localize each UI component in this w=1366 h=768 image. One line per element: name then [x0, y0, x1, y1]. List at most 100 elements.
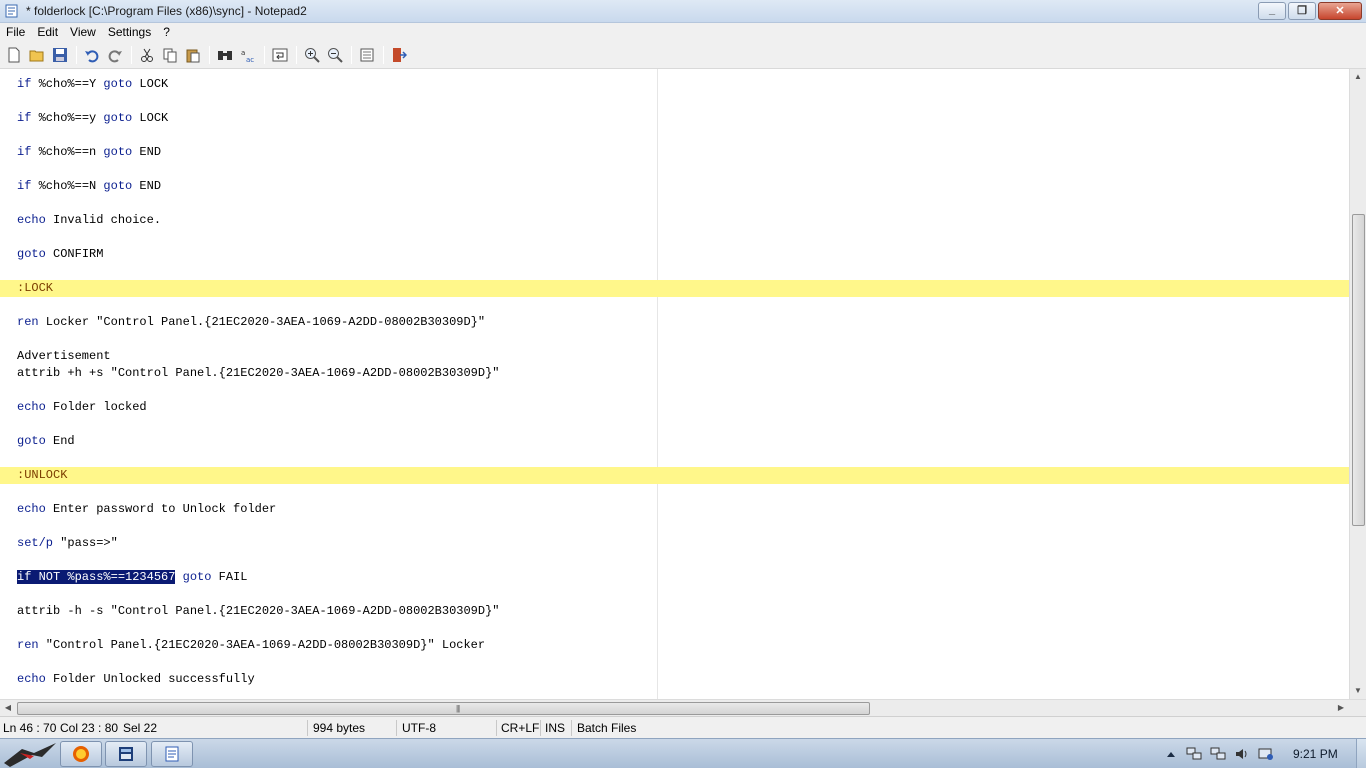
menu-help[interactable]: ?	[157, 23, 176, 42]
firefox-icon[interactable]	[60, 741, 102, 767]
horizontal-scrollbar[interactable]: ◀ ||| ▶	[0, 699, 1366, 716]
code-keyword: goto	[103, 179, 133, 193]
code-keyword: set/p	[17, 536, 54, 550]
code-keyword: goto	[103, 145, 133, 159]
code-text: %cho%==y	[31, 111, 104, 125]
code-text: Folder locked	[45, 400, 147, 414]
code-text: FAIL	[211, 570, 248, 584]
save-icon[interactable]	[49, 44, 71, 66]
status-insert-mode[interactable]: INS	[545, 721, 565, 735]
code-line: if NOT %pass%==1234567 goto FAIL	[0, 569, 1349, 586]
code-text: Invalid choice.	[45, 213, 162, 227]
code-line: echo Folder locked	[0, 399, 1349, 416]
code-keyword: echo	[17, 400, 46, 414]
status-encoding[interactable]: UTF-8	[402, 721, 436, 735]
code-line: ren Locker "Control Panel.{21EC2020-3AEA…	[0, 314, 1349, 331]
cut-icon[interactable]	[136, 44, 158, 66]
code-line: goto CONFIRM	[0, 246, 1349, 263]
code-line: if %cho%==N goto END	[0, 178, 1349, 195]
status-line-endings[interactable]: CR+LF	[501, 721, 539, 735]
toolbar-separator	[264, 46, 265, 64]
vertical-scrollbar[interactable]: ▲ ▼	[1349, 69, 1366, 699]
toolbar-separator	[131, 46, 132, 64]
code-line: Advertisement	[0, 348, 1349, 365]
code-line: echo Enter password to Unlock folder	[0, 501, 1349, 518]
vertical-scroll-thumb[interactable]	[1352, 214, 1365, 526]
svg-text:a: a	[241, 49, 245, 57]
show-desktop-button[interactable]	[1356, 739, 1366, 768]
open-file-icon[interactable]	[26, 44, 48, 66]
code-line: goto End	[0, 433, 1349, 450]
code-line: attrib +h +s "Control Panel.{21EC2020-3A…	[0, 365, 1349, 382]
settings-icon[interactable]	[356, 44, 378, 66]
code-text: LOCK	[132, 111, 169, 125]
network-icon-2[interactable]	[1210, 747, 1226, 761]
menu-bar: File Edit View Settings ?	[0, 23, 1366, 42]
action-center-icon[interactable]	[1258, 747, 1274, 761]
toolbar-separator	[209, 46, 210, 64]
horizontal-scroll-thumb[interactable]: |||	[17, 702, 870, 715]
maximize-button[interactable]: ❐	[1288, 2, 1316, 20]
code-keyword: ren	[17, 638, 39, 652]
code-keyword: if	[17, 179, 32, 193]
exit-icon[interactable]	[388, 44, 410, 66]
window-title: * folderlock [C:\Program Files (x86)\syn…	[26, 4, 307, 18]
code-keyword: goto	[103, 111, 133, 125]
status-column: Col 23 : 80	[60, 721, 119, 735]
network-icon[interactable]	[1186, 747, 1202, 761]
status-syntax-scheme[interactable]: Batch Files	[577, 721, 636, 735]
code-line-label: :UNLOCK	[0, 467, 1349, 484]
scroll-up-icon[interactable]: ▲	[1350, 69, 1366, 85]
svg-text:ac: ac	[246, 56, 254, 63]
zoom-out-icon[interactable]	[324, 44, 346, 66]
status-divider	[396, 720, 397, 736]
copy-icon[interactable]	[159, 44, 181, 66]
find-icon[interactable]	[214, 44, 236, 66]
menu-settings[interactable]: Settings	[102, 23, 157, 42]
new-file-icon[interactable]	[3, 44, 25, 66]
status-file-size: 994 bytes	[313, 721, 366, 735]
menu-view[interactable]: View	[64, 23, 102, 42]
code-keyword: ren	[17, 315, 39, 329]
title-bar: * folderlock [C:\Program Files (x86)\syn…	[0, 0, 1366, 23]
code-line-label: :LOCK	[0, 280, 1349, 297]
code-keyword: goto	[175, 570, 212, 584]
taskbar-clock[interactable]: 9:21 PM	[1293, 747, 1338, 761]
undo-icon[interactable]	[81, 44, 103, 66]
minimize-button[interactable]: _	[1258, 2, 1286, 20]
code-keyword: if	[17, 111, 32, 125]
scroll-right-icon[interactable]: ▶	[1333, 700, 1349, 716]
code-line: if %cho%==Y goto LOCK	[0, 76, 1349, 93]
status-divider	[496, 720, 497, 736]
zoom-in-icon[interactable]	[301, 44, 323, 66]
code-text: CONFIRM	[45, 247, 104, 261]
close-button[interactable]: ✕	[1318, 2, 1362, 20]
replace-icon[interactable]: a ac	[237, 44, 259, 66]
status-divider	[571, 720, 572, 736]
text-editor[interactable]: if %cho%==Y goto LOCK if %cho%==y goto LO…	[0, 69, 1349, 699]
code-text: %cho%==n	[31, 145, 104, 159]
notepad-icon[interactable]	[151, 741, 193, 767]
status-bar: Ln 46 : 70 Col 23 : 80 Sel 22 994 bytes …	[0, 716, 1366, 738]
scroll-left-icon[interactable]: ◀	[0, 700, 16, 716]
toolbar-separator	[383, 46, 384, 64]
code-keyword: goto	[17, 434, 46, 448]
notepad2-app-icon[interactable]	[5, 4, 19, 18]
selected-text: if NOT %pass%==1234567	[17, 570, 176, 584]
explorer-icon[interactable]	[105, 741, 147, 767]
code-keyword: echo	[17, 213, 46, 227]
code-text: END	[132, 179, 162, 193]
redo-icon[interactable]	[104, 44, 126, 66]
menu-edit[interactable]: Edit	[31, 23, 64, 42]
status-divider	[540, 720, 541, 736]
volume-icon[interactable]	[1234, 747, 1250, 761]
start-button[interactable]	[2, 739, 58, 768]
code-line: echo Folder Unlocked successfully	[0, 671, 1349, 688]
show-hidden-icons-icon[interactable]	[1163, 747, 1179, 761]
paste-icon[interactable]	[182, 44, 204, 66]
word-wrap-icon[interactable]	[269, 44, 291, 66]
menu-file[interactable]: File	[0, 23, 31, 42]
code-text: attrib +h +s "Control Panel.{21EC2020-3A…	[17, 366, 500, 380]
code-text: attrib -h -s "Control Panel.{21EC2020-3A…	[17, 604, 500, 618]
scroll-down-icon[interactable]: ▼	[1350, 683, 1366, 699]
